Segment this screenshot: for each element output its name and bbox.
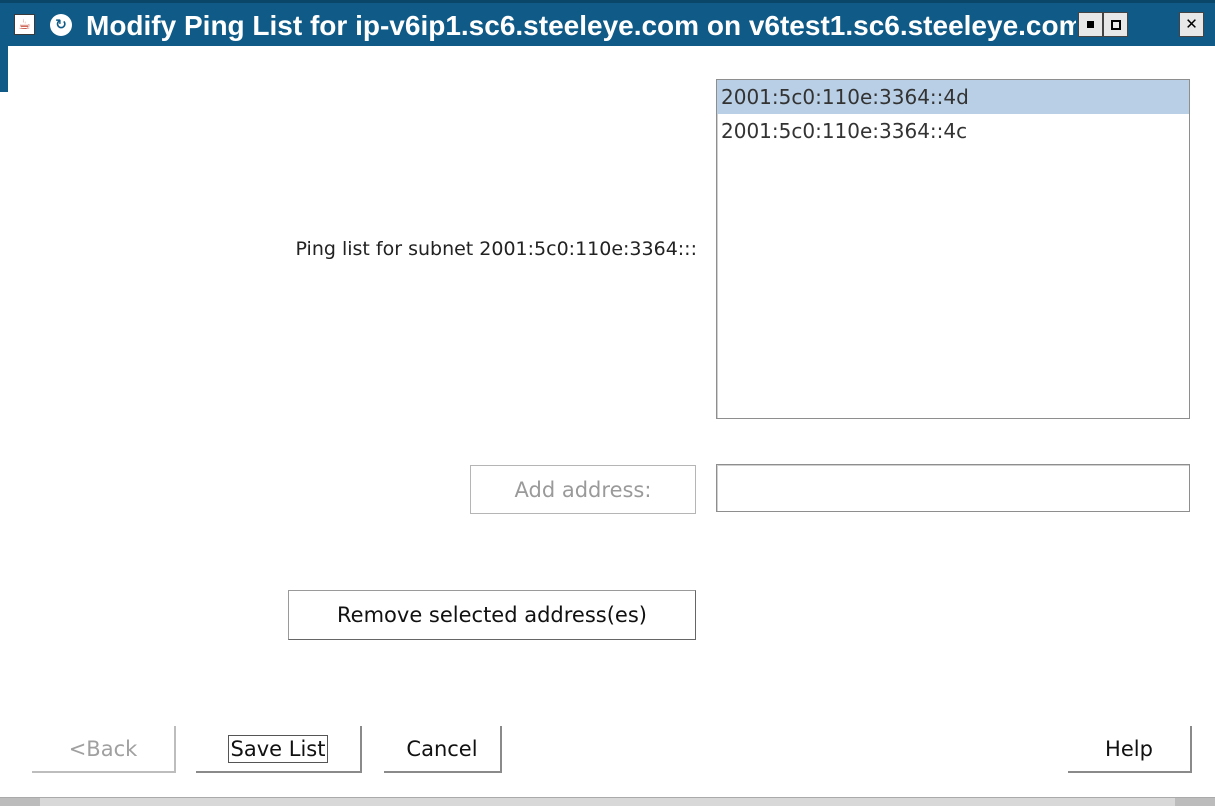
maximize-icon [1110, 19, 1121, 30]
minimize-button[interactable] [1078, 12, 1103, 37]
list-item-address: 2001:5c0:110e:3364::4c [721, 119, 968, 143]
minimize-icon [1087, 21, 1094, 28]
cancel-button[interactable]: Cancel [384, 726, 502, 773]
lifekeeper-icon: ↻ [50, 14, 72, 36]
save-list-label: Save List [227, 734, 329, 763]
window-edge [0, 46, 8, 92]
modify-ping-list-dialog: ☕ ↻ Modify Ping List for ip-v6ip1.sc6.st… [0, 0, 1215, 806]
java-cup-icon[interactable]: ☕ [14, 14, 35, 35]
close-icon: ✕ [1185, 15, 1198, 33]
add-address-input[interactable] [716, 464, 1190, 512]
remove-selected-button[interactable]: Remove selected address(es) [288, 590, 696, 640]
close-button[interactable]: ✕ [1179, 12, 1204, 37]
back-button[interactable]: <Back [32, 726, 176, 773]
save-list-button[interactable]: Save List [196, 726, 362, 773]
help-button[interactable]: Help [1068, 726, 1192, 773]
list-item[interactable]: 2001:5c0:110e:3364::4c [717, 114, 1189, 148]
list-item[interactable]: 2001:5c0:110e:3364::4d [717, 80, 1189, 114]
maximize-button[interactable] [1103, 12, 1128, 37]
title-bar[interactable]: ☕ ↻ Modify Ping List for ip-v6ip1.sc6.st… [0, 0, 1215, 46]
window-title: Modify Ping List for ip-v6ip1.sc6.steele… [86, 10, 1076, 41]
ping-address-list[interactable]: 2001:5c0:110e:3364::4d 2001:5c0:110e:336… [716, 79, 1190, 419]
add-address-button[interactable]: Add address: [470, 465, 696, 514]
ping-list-label: Ping list for subnet 2001:5c0:110e:3364:… [295, 238, 698, 260]
list-item-address: 2001:5c0:110e:3364::4d [721, 85, 969, 109]
